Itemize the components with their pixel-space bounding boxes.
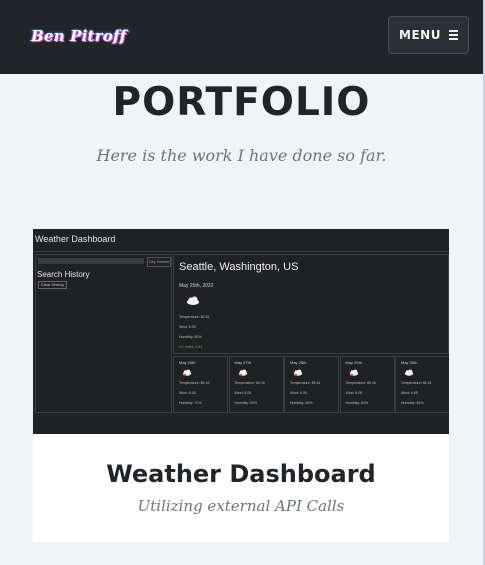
forecast-temp: Temperature: 85.16: [401, 381, 432, 385]
menu-button[interactable]: MENU: [388, 16, 469, 54]
hamburger-icon: [448, 30, 458, 40]
project-title[interactable]: Weather Dashboard: [33, 460, 449, 488]
preview-date: May 25th, 2022: [179, 283, 214, 289]
forecast-humidity: Humidity: 83%: [345, 401, 369, 405]
preview-humidity: Humidity: 80%: [179, 335, 202, 339]
page-title: PORTFOLIO: [112, 80, 371, 125]
preview-forecast-card: May 30th Temperature: 85.16 Wind: 6.05 Humi…: [395, 356, 449, 413]
cloud-icon: [187, 296, 199, 305]
forecast-date: May 26th: [179, 360, 196, 365]
rain-cloud-icon: [238, 369, 247, 376]
forecast-humidity: Humidity: 85%: [290, 401, 313, 405]
preview-forecast-card: May 29th Temperature: 85.16 Wind: 6.05 Humi…: [339, 356, 395, 413]
forecast-temp: Temperature: 85.16: [179, 381, 210, 385]
forecast-humidity: Humidity: 84%: [401, 401, 424, 405]
top-navbar: Ben Pitroff MENU: [0, 0, 483, 74]
forecast-temp: Temperature: 85.16: [345, 381, 376, 385]
preview-header: Weather Dashboard: [33, 229, 449, 252]
preview-search-history: Search History: [37, 270, 90, 279]
forecast-date: May 30th: [401, 360, 418, 365]
page-subtitle: Here is the work I have done so far.: [96, 146, 387, 165]
forecast-wind: Wind: 6.05: [401, 391, 418, 395]
forecast-date: May 28th: [290, 360, 307, 365]
brand-logo[interactable]: Ben Pitroff: [31, 27, 126, 45]
preview-forecast-card: May 27th Temperature: 86.16 Wind: 6.05 Humi…: [228, 356, 284, 413]
forecast-wind: Wind: 6.05: [179, 391, 196, 395]
project-screenshot[interactable]: Weather Dashboard City Search Search His…: [33, 229, 449, 434]
forecast-temp: Temperature: 85.16: [290, 381, 321, 385]
preview-sidebar: City Search Search History Clear History: [35, 254, 172, 413]
preview-uv-index: UV Index: 0.63: [179, 345, 203, 349]
preview-city: Seattle, Washington, US: [179, 261, 299, 273]
rain-cloud-icon: [349, 369, 358, 376]
forecast-temp: Temperature: 86.16: [234, 381, 265, 385]
project-subtitle: Utilizing external API Calls: [137, 497, 345, 515]
forecast-wind: Wind: 6.05: [234, 391, 252, 395]
forecast-date: May 27th: [234, 360, 251, 365]
preview-app-title: Weather Dashboard: [35, 234, 116, 244]
menu-label: MENU: [399, 28, 441, 42]
preview-search-button: City Search: [147, 257, 171, 267]
forecast-wind: Wind: 6.05: [290, 391, 307, 395]
forecast-humidity: Humidity: 90%: [234, 401, 258, 405]
project-card[interactable]: Weather Dashboard City Search Search His…: [33, 229, 449, 542]
preview-wind: Wind: 6.05: [179, 325, 196, 329]
preview-search-input: [38, 258, 144, 264]
preview-current-weather: Seattle, Washington, US May 25th, 2022 T…: [173, 254, 449, 354]
rain-cloud-icon: [293, 369, 303, 376]
forecast-humidity: Humidity: 70%: [179, 401, 202, 405]
preview-clear-button: Clear History: [38, 281, 68, 289]
rain-cloud-icon: [182, 369, 192, 376]
forecast-date: May 29th: [345, 360, 362, 365]
preview-forecast-card: May 26th Temperature: 85.16 Wind: 6.05 Humi…: [173, 356, 228, 413]
cloud-icon: [404, 369, 414, 376]
forecast-wind: Wind: 6.05: [345, 391, 363, 395]
preview-forecast-card: May 28th Temperature: 85.16 Wind: 6.05 Humi…: [284, 356, 339, 413]
preview-temperature: Temperature: 60.15: [179, 315, 210, 319]
